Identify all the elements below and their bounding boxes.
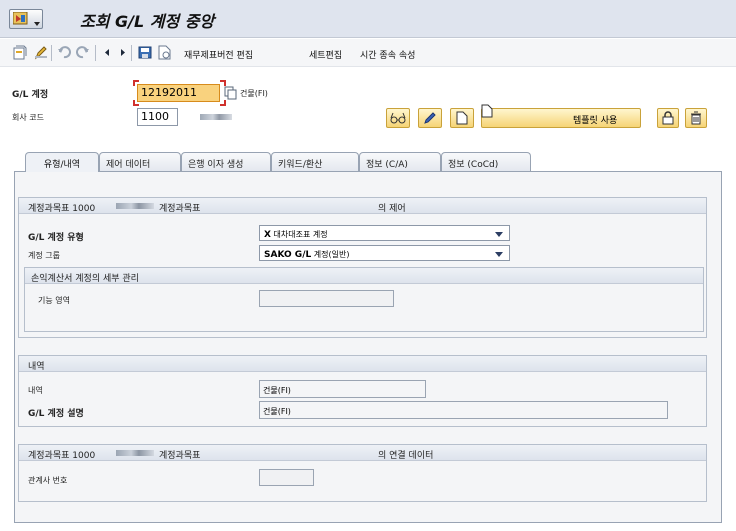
account-group-dropdown[interactable]: SAKO G/L 계정(일반) <box>259 245 510 261</box>
functional-area-input[interactable] <box>259 290 394 307</box>
tab-info-ca[interactable]: 정보 (C/A) <box>359 152 441 171</box>
company-code-label: 회사 코드 <box>12 113 44 122</box>
time-dependent-attr-button[interactable]: 시간 종속 속성 <box>360 48 415 61</box>
long-text-field[interactable]: 건물(FI) <box>259 401 668 419</box>
glasses-button[interactable] <box>386 108 410 128</box>
system-menu-icon[interactable] <box>9 9 43 29</box>
description-group-title: 내역 <box>28 362 45 372</box>
control-group: 계정과목표 1000 계정과목표 의 제어 G/L 계정 유형 X 대차대조표 … <box>18 197 707 338</box>
document-icon[interactable] <box>157 45 172 61</box>
use-template-label: 템플릿 사용 <box>573 116 618 126</box>
change-display-icon[interactable] <box>34 45 48 61</box>
control-header-label: 의 제어 <box>378 204 406 214</box>
delete-button[interactable] <box>685 108 707 128</box>
pl-detail-title: 손익계산서 계정의 세부 관리 <box>31 274 139 284</box>
next-icon[interactable] <box>118 45 128 61</box>
consol-coa-name-redacted <box>116 450 154 456</box>
consol-header-label: 의 연결 데이터 <box>378 451 434 461</box>
other-object-icon[interactable] <box>13 45 27 61</box>
coa-label: 계정과목표 1000 <box>28 204 96 214</box>
edit-set-button[interactable]: 세트편집 <box>309 48 342 61</box>
tab-type-description[interactable]: 유형/내역 <box>25 152 99 172</box>
description-group: 내역 내역 건물(FI) G/L 계정 설명 건물(FI) <box>18 355 707 427</box>
trading-partner-input[interactable] <box>259 469 314 486</box>
gl-account-desc: 건물(FI) <box>240 89 268 98</box>
save-icon[interactable] <box>138 45 153 61</box>
new-document-button[interactable] <box>450 108 474 128</box>
tab-panel: 계정과목표 1000 계정과목표 의 제어 G/L 계정 유형 X 대차대조표 … <box>14 171 722 523</box>
application-toolbar: 재무제표버전 편집 세트편집 시간 종속 속성 <box>0 39 736 67</box>
gl-type-code: X <box>264 230 271 240</box>
lock-button[interactable] <box>657 108 679 128</box>
undo-icon[interactable] <box>57 45 71 61</box>
consol-coa-suffix: 계정과목표 <box>159 451 201 461</box>
pl-detail-group: 손익계산서 계정의 세부 관리 기능 영역 <box>24 267 704 332</box>
short-text-field[interactable]: 건물(FI) <box>259 380 426 398</box>
page-title: 조회 G/L 계정 중앙 <box>80 12 215 31</box>
chevron-down-icon <box>495 232 503 237</box>
company-name-redacted <box>200 114 232 120</box>
chevron-down-icon <box>495 252 503 257</box>
gl-account-input[interactable]: 12192011 <box>137 84 220 102</box>
short-text-label: 내역 <box>28 386 43 395</box>
previous-icon[interactable] <box>102 45 112 61</box>
account-group-code: SAKO G/L <box>264 250 312 260</box>
gl-type-dropdown[interactable]: X 대차대조표 계정 <box>259 225 510 241</box>
functional-area-label: 기능 영역 <box>38 296 70 305</box>
gl-account-label: G/L 계정 <box>12 90 49 100</box>
tab-keyword-translation[interactable]: 키워드/환산 <box>271 152 359 171</box>
gl-type-label: G/L 계정 유형 <box>28 233 84 243</box>
title-bar: 조회 G/L 계정 중앙 <box>0 0 736 38</box>
trading-partner-label: 관계사 번호 <box>28 476 68 485</box>
description-header: 내역 <box>19 356 706 372</box>
consolidation-group: 계정과목표 1000 계정과목표 의 연결 데이터 관계사 번호 <box>18 444 707 502</box>
coa-name-redacted <box>116 203 154 209</box>
coa-suffix-label: 계정과목표 <box>159 204 201 214</box>
edit-fs-version-button[interactable]: 재무제표버전 편집 <box>184 48 253 61</box>
use-template-button[interactable]: 템플릿 사용 <box>481 104 641 128</box>
tab-interest-calc[interactable]: 은행 이자 생성 <box>181 152 271 171</box>
account-group-value: 계정(일반) <box>313 250 350 259</box>
tab-info-cocd[interactable]: 정보 (CoCd) <box>441 152 531 171</box>
redo-icon[interactable] <box>76 45 90 61</box>
consolidation-header: 계정과목표 1000 계정과목표 의 연결 데이터 <box>19 445 706 461</box>
account-group-label: 계정 그룹 <box>28 251 60 260</box>
control-group-header: 계정과목표 1000 계정과목표 의 제어 <box>19 198 706 214</box>
company-code-input[interactable]: 1100 <box>137 108 178 126</box>
long-text-label: G/L 계정 설명 <box>28 409 84 419</box>
consol-coa-label: 계정과목표 1000 <box>28 451 96 461</box>
copy-icon[interactable] <box>224 86 237 103</box>
gl-type-value: 대차대조표 계정 <box>273 230 328 239</box>
tab-control-data[interactable]: 제어 데이터 <box>99 152 181 171</box>
edit-pencil-button[interactable] <box>418 108 442 128</box>
pl-detail-header: 손익계산서 계정의 세부 관리 <box>25 268 703 284</box>
